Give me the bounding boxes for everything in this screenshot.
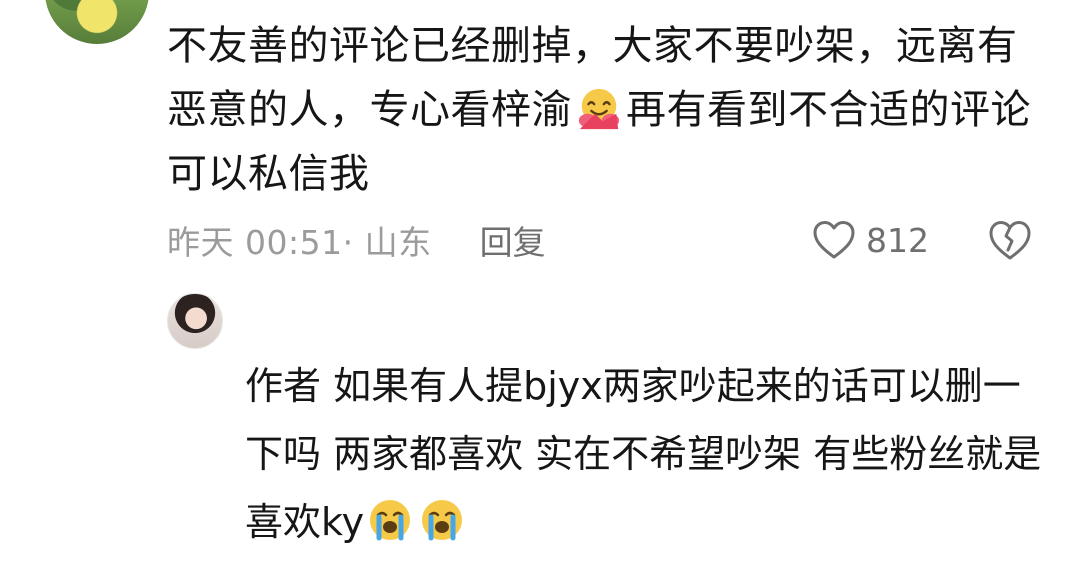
replier-avatar[interactable] (167, 293, 223, 349)
like-button[interactable]: 812 (812, 214, 929, 266)
reply-text-body: 作者 如果有人提bjyx两家吵起来的话可以删一下吗 两家都喜欢 实在不希望吵架 … (245, 364, 1042, 544)
comment-meta: 昨天 00:51· 山东 回复 (167, 214, 546, 266)
reply-text: 作者 如果有人提bjyx两家吵起来的话可以删一下吗 两家都喜欢 实在不希望吵架 … (245, 352, 1045, 556)
crying-face-emoji-icon (370, 500, 411, 541)
comment-text: 不友善的评论已经删掉，大家不要吵架，远离有恶意的人，专心看梓渝 再有看到不合适的… (167, 14, 1047, 206)
broken-heart-icon[interactable] (987, 218, 1033, 262)
like-count: 812 (866, 220, 929, 260)
reply-button[interactable]: 回复 (480, 216, 546, 264)
hugging-face-emoji-icon (578, 88, 620, 130)
commenter-avatar[interactable] (45, 0, 149, 44)
crying-face-emoji-icon (422, 500, 463, 541)
heart-icon (813, 221, 855, 259)
comment-time-location: 昨天 00:51· 山东 (167, 223, 432, 262)
